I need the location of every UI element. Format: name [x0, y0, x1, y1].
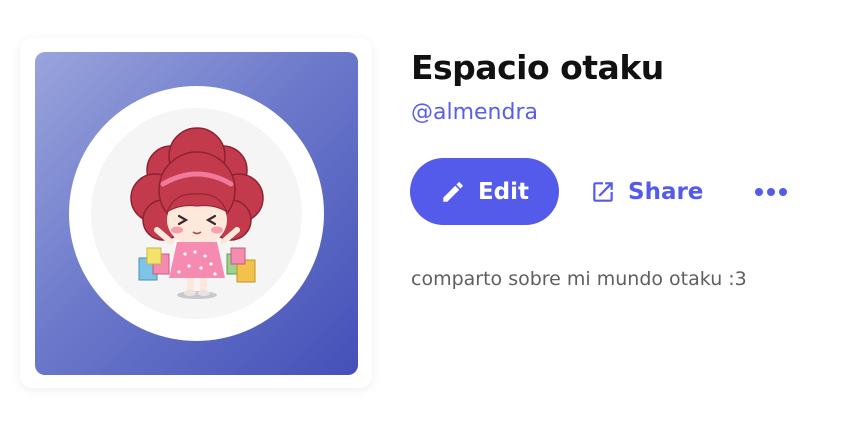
- external-link-icon: [590, 179, 616, 205]
- profile-image-card: [20, 38, 372, 388]
- more-options-button[interactable]: [748, 170, 794, 214]
- edit-button-label: Edit: [477, 178, 530, 205]
- page-title: Espacio otaku: [411, 48, 664, 87]
- pencil-icon: [440, 179, 466, 205]
- more-horizontal-icon: [754, 187, 788, 197]
- share-button[interactable]: Share: [590, 158, 703, 225]
- edit-button[interactable]: Edit: [410, 158, 559, 225]
- profile-page: Espacio otaku @almendra Edit Share compa…: [0, 0, 856, 422]
- avatar[interactable]: [69, 86, 324, 341]
- avatar-image: [91, 108, 302, 319]
- profile-cover: [35, 52, 358, 375]
- share-button-label: Share: [628, 178, 704, 205]
- profile-handle[interactable]: @almendra: [411, 100, 538, 125]
- cartoon-girl-icon: [130, 127, 264, 299]
- profile-bio: comparto sobre mi mundo otaku :3: [411, 268, 747, 290]
